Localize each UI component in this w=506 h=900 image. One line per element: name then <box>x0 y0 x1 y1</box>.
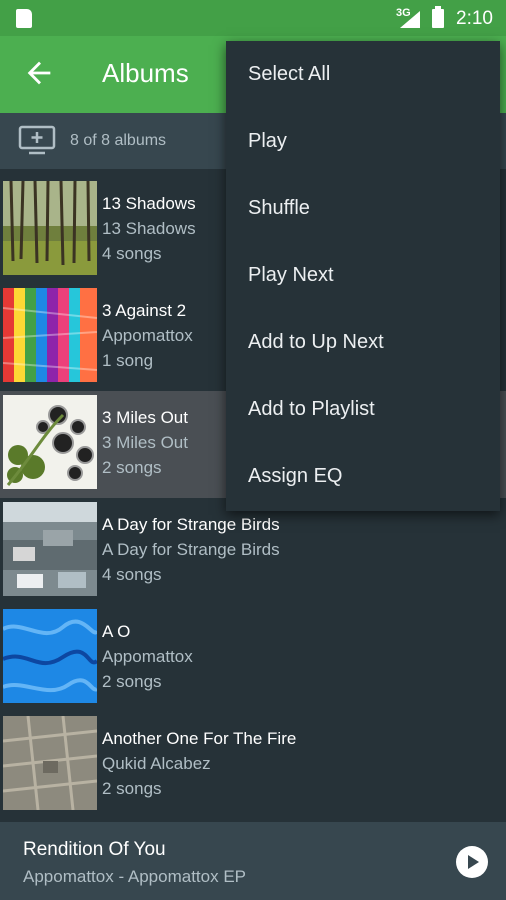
album-artist: 13 Shadows <box>102 219 196 238</box>
menu-item-shuffle[interactable]: Shuffle <box>226 175 500 242</box>
menu-item-assign-eq[interactable]: Assign EQ <box>226 443 500 510</box>
album-art <box>3 181 97 275</box>
overflow-menu: Select All Play Shuffle Play Next Add to… <box>226 41 500 511</box>
album-song-count: 2 songs <box>102 458 162 477</box>
album-song-count: 4 songs <box>102 244 162 263</box>
album-row[interactable]: A O Appomattox 2 songs <box>0 605 506 712</box>
menu-item-play[interactable]: Play <box>226 108 500 175</box>
now-playing-subtitle: Appomattox - Appomattox EP <box>23 867 247 886</box>
album-row[interactable]: Another One For The Fire Qukid Alcabez 2… <box>0 712 506 819</box>
album-title: A O <box>102 622 131 641</box>
add-to-screen-icon[interactable] <box>18 125 56 155</box>
album-artist: Appomattox <box>102 326 193 345</box>
album-title: 13 Shadows <box>102 194 196 213</box>
album-count: 8 of 8 albums <box>70 132 167 149</box>
album-title: Another One For The Fire <box>102 729 297 748</box>
album-art <box>3 609 97 703</box>
album-artist: A Day for Strange Birds <box>102 540 280 559</box>
album-song-count: 2 songs <box>102 779 162 798</box>
album-art <box>3 716 97 810</box>
album-art <box>3 395 97 489</box>
album-artist: Appomattox <box>102 647 193 666</box>
menu-item-select-all[interactable]: Select All <box>226 41 500 108</box>
album-art <box>3 288 97 382</box>
now-playing-title: Rendition Of You <box>23 839 166 860</box>
signal-icon <box>400 11 420 28</box>
album-artist: Qukid Alcabez <box>102 754 211 773</box>
page-title: Albums <box>102 58 189 88</box>
album-art <box>3 502 97 596</box>
status-bar: 3G 2:10 <box>0 0 506 36</box>
play-icon[interactable] <box>456 846 488 878</box>
menu-item-add-to-playlist[interactable]: Add to Playlist <box>226 376 500 443</box>
menu-item-play-next[interactable]: Play Next <box>226 242 500 309</box>
album-song-count: 2 songs <box>102 672 162 691</box>
album-title: 3 Miles Out <box>102 408 188 427</box>
now-playing-bar[interactable]: Rendition Of You Appomattox - Appomattox… <box>0 822 506 900</box>
back-arrow-icon[interactable] <box>22 56 56 90</box>
menu-item-add-to-up-next[interactable]: Add to Up Next <box>226 309 500 376</box>
album-song-count: 1 song <box>102 351 154 370</box>
album-row[interactable]: A Day for Strange Birds A Day for Strang… <box>0 498 506 605</box>
album-title: A Day for Strange Birds <box>102 515 280 534</box>
battery-icon <box>432 6 444 28</box>
sd-card-icon <box>16 9 32 28</box>
album-title: 3 Against 2 <box>102 301 187 320</box>
album-song-count: 4 songs <box>102 565 162 584</box>
album-artist: 3 Miles Out <box>102 433 188 452</box>
status-time: 2:10 <box>456 8 493 29</box>
